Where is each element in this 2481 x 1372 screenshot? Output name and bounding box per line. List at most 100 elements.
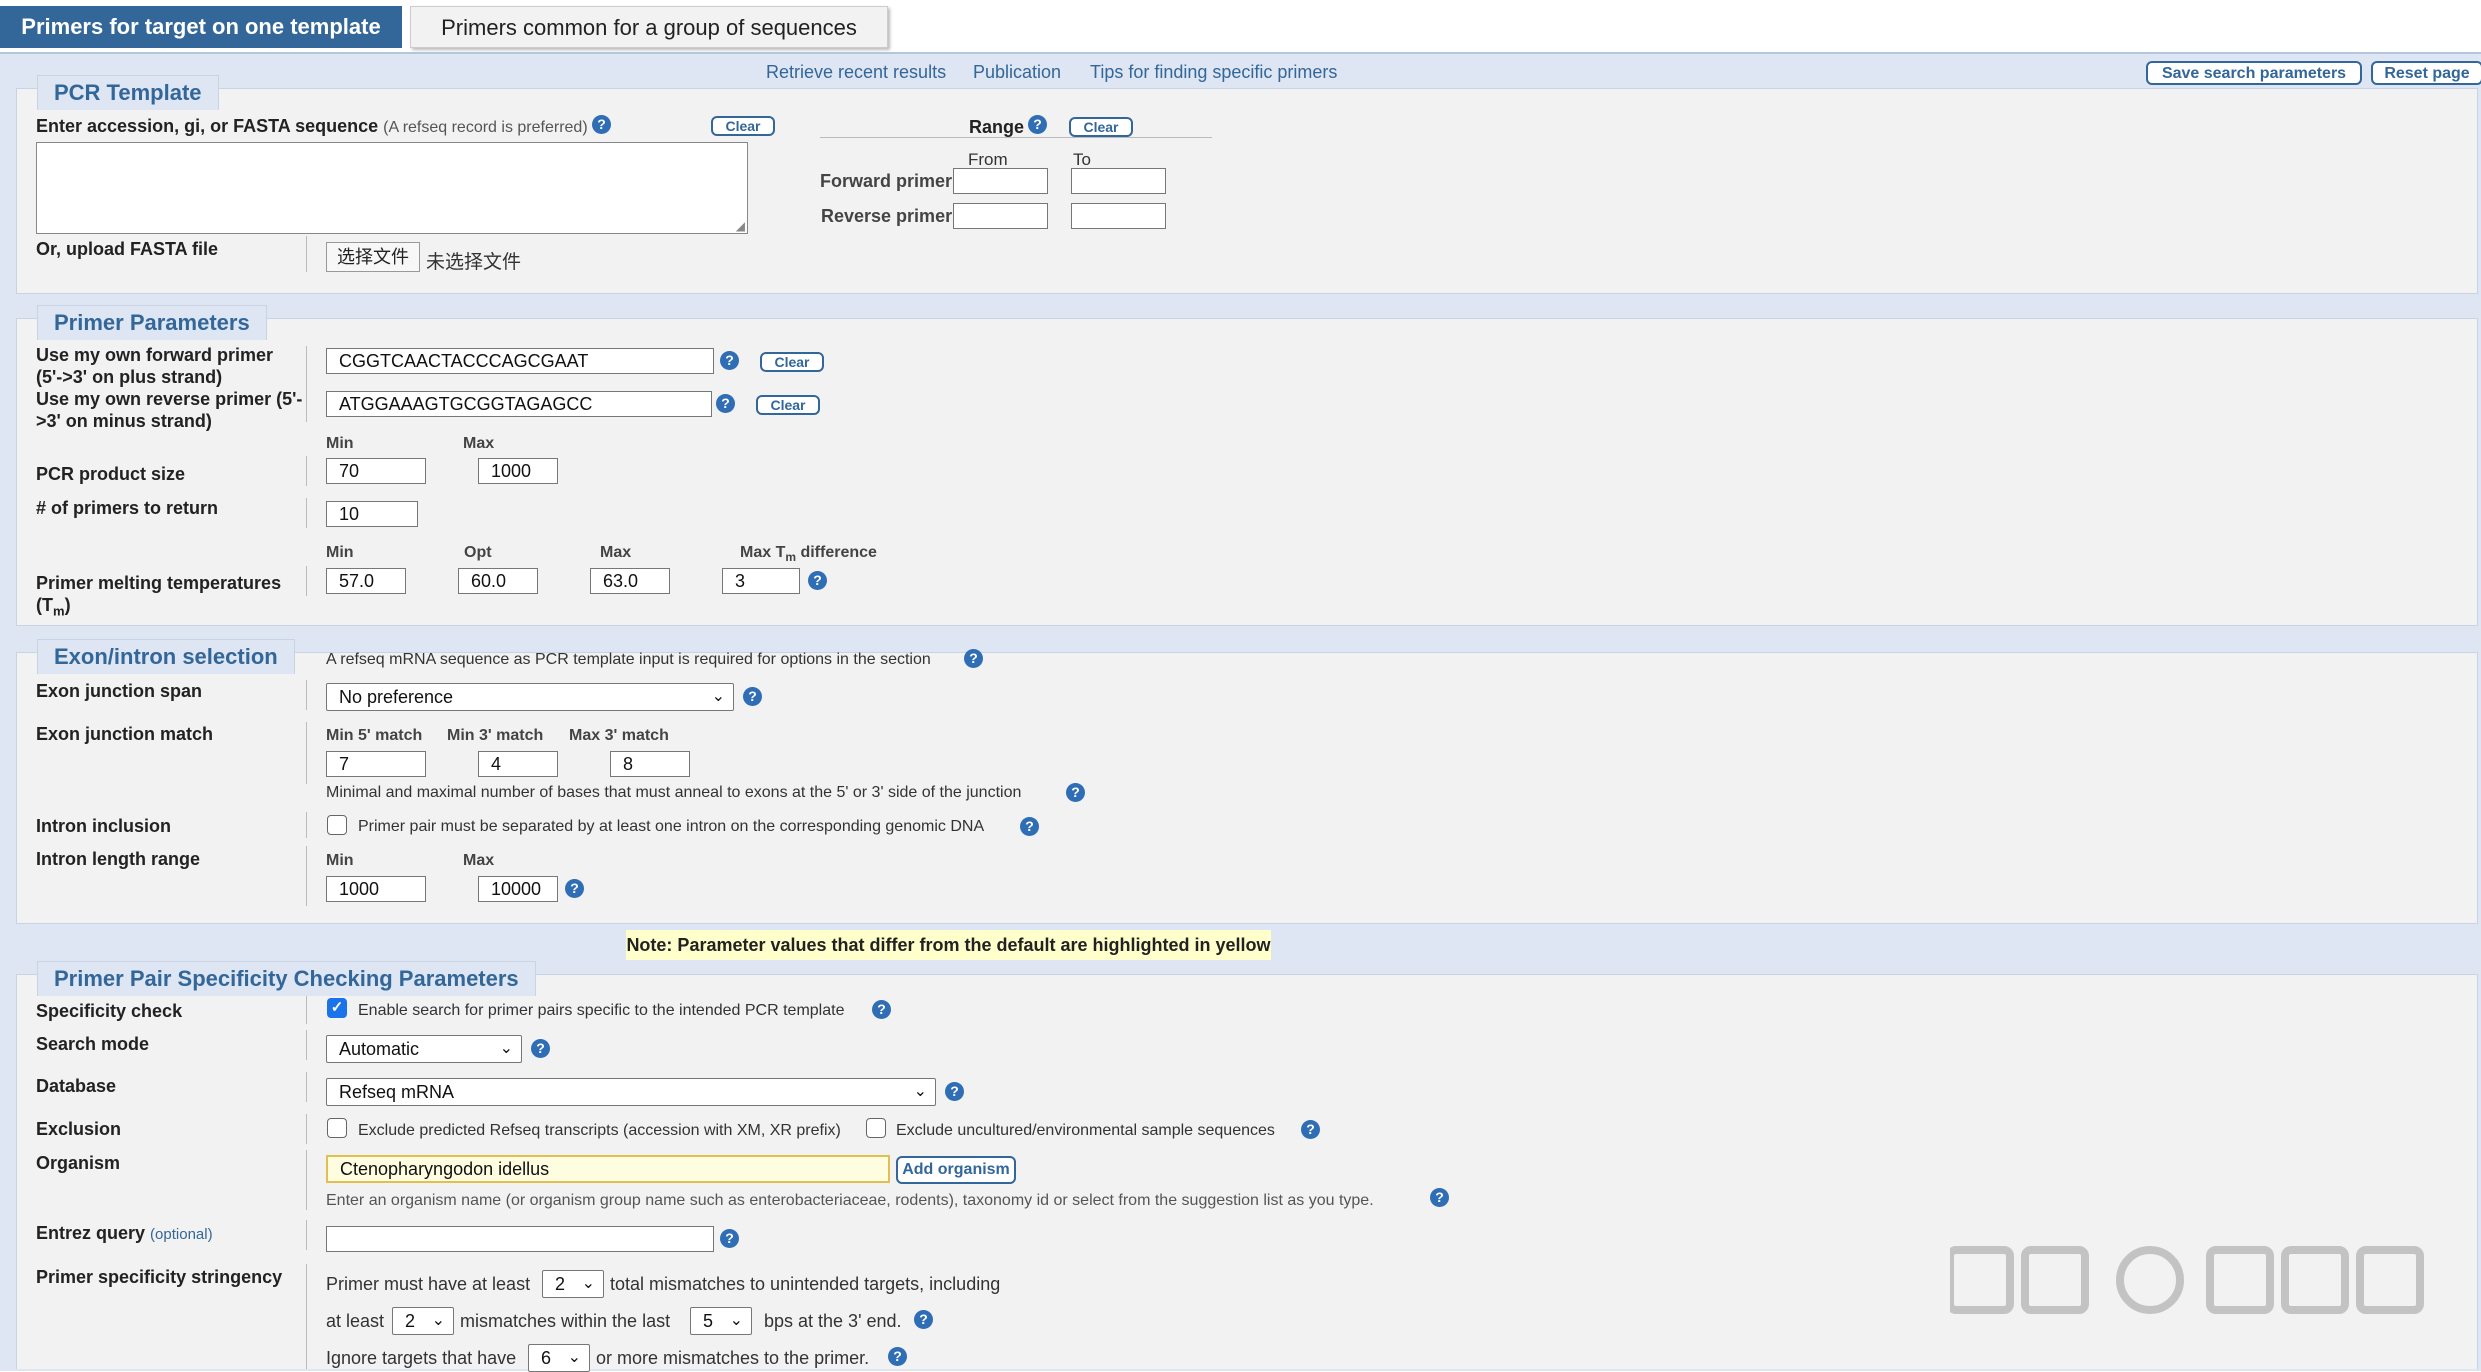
help-icon[interactable]: ? — [592, 115, 611, 134]
divider — [306, 498, 307, 528]
intron-length-min-input[interactable]: 1000 — [326, 876, 426, 902]
stringency-line2-c: bps at the 3' end. — [764, 1311, 902, 1331]
forward-to-input[interactable] — [1071, 168, 1166, 194]
help-icon[interactable]: ? — [1066, 783, 1085, 802]
entrez-query-label: Entrez query (optional) — [36, 1222, 213, 1246]
last-bps-select[interactable]: 5 ⌄ — [690, 1307, 752, 1335]
database-select[interactable]: Refseq mRNA ⌄ — [326, 1078, 936, 1106]
save-search-parameters-button[interactable]: Save search parameters — [2146, 61, 2362, 85]
divider — [306, 566, 307, 596]
reverse-from-input[interactable] — [953, 203, 1048, 229]
clear-sequence-button[interactable]: Clear — [711, 116, 775, 136]
exon-junction-span-select[interactable]: No preference ⌄ — [326, 683, 734, 711]
reverse-to-input[interactable] — [1071, 203, 1166, 229]
tab-primers-group-sequences[interactable]: Primers common for a group of sequences — [410, 6, 888, 48]
exon-junction-span-value: No preference — [339, 687, 454, 707]
entrez-query-input[interactable] — [326, 1226, 714, 1252]
min-3-match-input[interactable]: 4 — [478, 751, 558, 777]
tm-min-input[interactable]: 57.0 — [326, 568, 406, 594]
divider — [306, 456, 307, 486]
help-icon[interactable]: ? — [964, 649, 983, 668]
divider — [306, 1264, 307, 1369]
organism-input[interactable]: Ctenopharyngodon idellus — [326, 1155, 890, 1183]
own-reverse-label-line1: Use my own reverse primer (5'- — [36, 389, 303, 409]
entrez-optional-text: (optional) — [150, 1226, 213, 1243]
min-5-match-label: Min 5' match — [326, 727, 423, 744]
clear-forward-primer-button[interactable]: Clear — [760, 352, 824, 372]
exclude-uncultured-checkbox[interactable] — [866, 1118, 886, 1138]
help-icon[interactable]: ? — [872, 1000, 891, 1019]
add-organism-button[interactable]: Add organism — [896, 1156, 1016, 1184]
chevron-down-icon: ⌄ — [567, 1349, 581, 1366]
help-icon[interactable]: ? — [1028, 115, 1047, 134]
help-icon[interactable]: ? — [1301, 1120, 1320, 1139]
divider — [306, 1072, 307, 1102]
product-size-min-input[interactable]: 70 — [326, 458, 426, 484]
divider — [306, 722, 307, 784]
reset-page-button[interactable]: Reset page — [2371, 61, 2481, 85]
own-reverse-primer-input[interactable]: ATGGAAAGTGCGGTAGAGCC — [326, 391, 712, 417]
help-icon[interactable]: ? — [720, 351, 739, 370]
help-icon[interactable]: ? — [720, 1229, 739, 1248]
help-icon[interactable]: ? — [743, 687, 762, 706]
help-icon[interactable]: ? — [1020, 817, 1039, 836]
help-icon[interactable]: ? — [808, 571, 827, 590]
clear-range-button[interactable]: Clear — [1069, 117, 1133, 137]
divider — [306, 812, 307, 838]
divider — [306, 1114, 307, 1144]
tm-difference-input[interactable]: 3 — [722, 568, 800, 594]
resize-grip-icon[interactable]: ◢ — [736, 219, 745, 233]
max-3-match-input[interactable]: 8 — [610, 751, 690, 777]
min-3-match-label: Min 3' match — [447, 727, 544, 744]
search-mode-label: Search mode — [36, 1034, 150, 1054]
help-icon[interactable]: ? — [565, 879, 584, 898]
retrieve-recent-results-link[interactable]: Retrieve recent results — [766, 62, 946, 83]
tm-max-input[interactable]: 63.0 — [590, 568, 670, 594]
search-mode-select[interactable]: Automatic ⌄ — [326, 1035, 522, 1063]
help-icon[interactable]: ? — [945, 1082, 964, 1101]
max-3-match-label: Max 3' match — [569, 727, 669, 744]
intron-length-max-input[interactable]: 10000 — [478, 876, 558, 902]
intron-inclusion-checkbox[interactable] — [327, 815, 347, 835]
clear-reverse-primer-button[interactable]: Clear — [756, 395, 820, 415]
tm-opt-input[interactable]: 60.0 — [458, 568, 538, 594]
stringency-line3-b: or more mismatches to the primer. — [596, 1348, 870, 1368]
help-icon[interactable]: ? — [888, 1347, 907, 1366]
help-icon[interactable]: ? — [914, 1310, 933, 1329]
divider — [306, 1030, 307, 1060]
enter-sequence-label-text: Enter accession, gi, or FASTA sequence — [36, 116, 379, 136]
own-forward-label-line2: (5'->3' on plus strand) — [36, 367, 223, 387]
choose-file-button[interactable]: 选择文件 — [326, 242, 420, 272]
default-values-note: Note: Parameter values that differ from … — [626, 930, 1271, 960]
specificity-check-checkbox[interactable]: ✓ — [327, 998, 347, 1018]
primers-to-return-input[interactable]: 10 — [326, 501, 418, 527]
intron-min-label: Min — [326, 852, 354, 869]
divider — [306, 236, 307, 272]
divider — [306, 1150, 307, 1210]
chevron-down-icon: ⌄ — [711, 688, 725, 705]
exon-junction-span-label: Exon junction span — [36, 681, 203, 701]
melting-temperatures-label: Primer melting temperatures (Tm) — [36, 572, 281, 623]
own-forward-primer-input[interactable]: CGGTCAACTACCCAGCGAAT — [326, 348, 714, 374]
tips-link[interactable]: Tips for finding specific primers — [1090, 62, 1337, 83]
tab-primers-one-template[interactable]: Primers for target on one template — [0, 6, 402, 48]
tm-diff-label-b: difference — [796, 544, 877, 561]
exon-intron-legend: Exon/intron selection — [37, 639, 295, 674]
forward-from-input[interactable] — [953, 168, 1048, 194]
help-icon[interactable]: ? — [531, 1039, 550, 1058]
pcr-product-size-label: PCR product size — [36, 464, 186, 484]
help-icon[interactable]: ? — [1430, 1188, 1449, 1207]
stringency-line1-a: Primer must have at least — [326, 1274, 531, 1294]
exclude-predicted-checkbox[interactable] — [327, 1118, 347, 1138]
product-size-max-input[interactable]: 1000 — [478, 458, 558, 484]
stringency-line1-b: total mismatches to unintended targets, … — [610, 1274, 1001, 1294]
total-mismatches-select[interactable]: 2 ⌄ — [542, 1270, 604, 1298]
min-5-match-input[interactable]: 7 — [326, 751, 426, 777]
help-icon[interactable]: ? — [716, 394, 735, 413]
sequence-textarea[interactable]: ◢ — [36, 142, 748, 234]
publication-link[interactable]: Publication — [973, 62, 1061, 83]
three-prime-mismatches-select[interactable]: 2 ⌄ — [392, 1307, 454, 1335]
range-label: Range — [969, 117, 1025, 137]
ignore-mismatches-select[interactable]: 6 ⌄ — [528, 1344, 590, 1372]
stringency-line2-b: mismatches within the last — [460, 1311, 671, 1331]
